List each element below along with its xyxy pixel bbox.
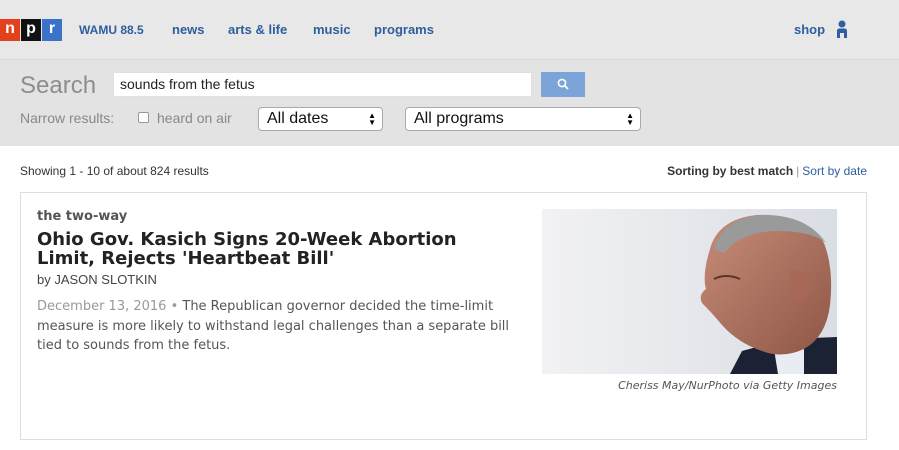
result-slug[interactable]: the two-way	[37, 209, 127, 224]
nav-arts-life-link[interactable]: arts & life	[228, 22, 287, 37]
select-arrows-icon: ▲ ▼	[368, 111, 376, 127]
result-byline[interactable]: by JASON SLOTKIN	[37, 272, 157, 287]
result-card: the two-way Ohio Gov. Kasich Signs 20-We…	[20, 192, 867, 440]
result-date: December 13, 2016	[37, 299, 167, 314]
search-icon	[557, 78, 569, 90]
programs-select-value: All programs	[414, 110, 504, 127]
heard-on-air-checkbox[interactable]	[138, 112, 149, 123]
shop-link[interactable]: shop	[794, 22, 825, 37]
heard-on-air-label[interactable]: heard on air	[157, 110, 232, 126]
nav-station-link[interactable]: WAMU 88.5	[79, 23, 144, 37]
user-icon[interactable]	[836, 20, 848, 38]
top-navigation-bar: n p r WAMU 88.5 news arts & life music p…	[0, 0, 899, 60]
search-button[interactable]	[541, 72, 585, 97]
results-count: Showing 1 - 10 of about 824 results	[20, 164, 209, 178]
npr-logo[interactable]: n p r	[0, 19, 63, 41]
narrow-results-label: Narrow results:	[20, 110, 115, 126]
search-panel: Search sounds from the fetus Narrow resu…	[0, 60, 899, 146]
sort-by-date-link[interactable]: Sort by date	[802, 164, 867, 178]
result-headline[interactable]: Ohio Gov. Kasich Signs 20-Week Abortion …	[37, 230, 517, 268]
search-input[interactable]: sounds from the fetus	[113, 72, 532, 97]
logo-letter-r: r	[42, 19, 62, 41]
photo-credit: Cheriss May/NurPhoto via Getty Images	[618, 379, 837, 392]
nav-programs-link[interactable]: programs	[374, 22, 434, 37]
programs-select[interactable]: All programs ▲ ▼	[405, 107, 641, 131]
nav-news-link[interactable]: news	[172, 22, 205, 37]
date-separator: •	[166, 299, 183, 314]
sort-current: Sorting by best match	[667, 164, 794, 178]
result-teaser: December 13, 2016 • The Republican gover…	[37, 297, 517, 356]
select-arrows-icon: ▲ ▼	[626, 111, 634, 127]
nav-music-link[interactable]: music	[313, 22, 351, 37]
dates-select[interactable]: All dates ▲ ▼	[258, 107, 383, 131]
portrait-photo	[542, 209, 837, 374]
result-photo[interactable]	[542, 209, 837, 374]
sort-controls: Sorting by best match | Sort by date	[667, 164, 867, 178]
logo-letter-n: n	[0, 19, 20, 41]
search-heading: Search	[20, 72, 97, 99]
dates-select-value: All dates	[267, 110, 329, 127]
logo-letter-p: p	[21, 19, 41, 41]
sort-separator: |	[796, 164, 800, 178]
